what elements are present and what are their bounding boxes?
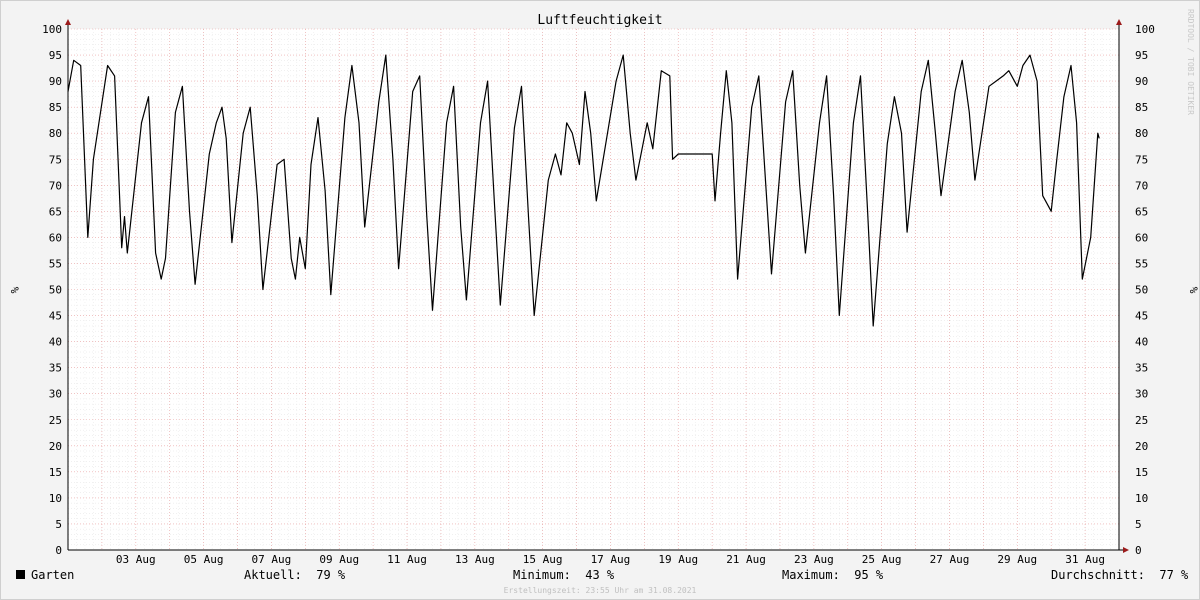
x-axis-arrow [1123, 547, 1129, 553]
x-tick-label: 27 Aug [930, 553, 970, 566]
legend-series-name: Garten [31, 568, 75, 582]
y-tick-label-right: 60 [1135, 231, 1148, 244]
x-tick-label: 09 Aug [319, 553, 359, 566]
y-tick-label-left: 35 [49, 362, 62, 375]
x-tick-label: 13 Aug [455, 553, 495, 566]
y-tick-label-left: 40 [49, 336, 62, 349]
y-axis-label-left: % [8, 287, 21, 294]
y-tick-label-left: 5 [55, 518, 62, 531]
y-tick-label-left: 60 [49, 231, 62, 244]
y-tick-label-right: 75 [1135, 153, 1148, 166]
x-tick-label: 17 Aug [591, 553, 631, 566]
y-tick-label-left: 90 [49, 75, 62, 88]
humidity-chart: Luftfeuchtigkeit % % RRDTOOL / TOBI OETI… [8, 9, 1199, 595]
legend-maximum: Maximum: 95 % [782, 568, 884, 582]
y-axis-label-right: % [1187, 287, 1199, 294]
y-tick-label-right: 25 [1135, 414, 1148, 427]
y-tick-label-left: 30 [49, 388, 62, 401]
y-tick-label-right: 100 [1135, 23, 1155, 36]
y-tick-label-left: 65 [49, 205, 62, 218]
y-tick-label-right: 5 [1135, 518, 1142, 531]
x-tick-label: 19 Aug [658, 553, 698, 566]
y-tick-label-right: 95 [1135, 49, 1148, 62]
chart-title: Luftfeuchtigkeit [537, 13, 662, 28]
y-tick-label-left: 10 [49, 492, 62, 505]
y-tick-label-left: 100 [42, 23, 62, 36]
y-tick-label-left: 95 [49, 49, 62, 62]
y-tick-label-right: 20 [1135, 440, 1148, 453]
y-tick-label-right: 80 [1135, 127, 1148, 140]
y-tick-label-right: 85 [1135, 101, 1148, 114]
y-axis-arrow-left [65, 19, 71, 25]
y-tick-label-left: 80 [49, 127, 62, 140]
y-tick-label-left: 85 [49, 101, 62, 114]
y-tick-label-right: 65 [1135, 205, 1148, 218]
x-tick-label: 07 Aug [252, 553, 292, 566]
legend-average: Durchschnitt: 77 % [1051, 568, 1189, 582]
y-tick-label-left: 15 [49, 466, 62, 479]
y-axis-arrow-right [1116, 19, 1122, 25]
x-tick-label: 25 Aug [862, 553, 902, 566]
y-tick-label-left: 50 [49, 284, 62, 297]
x-tick-label: 29 Aug [997, 553, 1037, 566]
x-tick-label: 23 Aug [794, 553, 834, 566]
y-tick-label-right: 55 [1135, 257, 1148, 270]
legend-current: Aktuell: 79 % [244, 568, 346, 582]
x-tick-label: 05 Aug [184, 553, 224, 566]
y-tick-label-left: 0 [55, 544, 62, 557]
y-tick-label-right: 50 [1135, 284, 1148, 297]
y-tick-label-right: 10 [1135, 492, 1148, 505]
x-tick-label: 15 Aug [523, 553, 563, 566]
y-tick-label-left: 75 [49, 153, 62, 166]
y-tick-label-right: 45 [1135, 310, 1148, 323]
x-tick-label: 03 Aug [116, 553, 156, 566]
y-tick-label-left: 20 [49, 440, 62, 453]
y-tick-label-right: 30 [1135, 388, 1148, 401]
legend: Garten Aktuell: 79 % Minimum: 43 % Maxim… [15, 568, 1189, 584]
graph-frame: Luftfeuchtigkeit % % RRDTOOL / TOBI OETI… [0, 0, 1200, 600]
y-tick-label-left: 70 [49, 179, 62, 192]
y-tick-label-left: 45 [49, 310, 62, 323]
y-tick-label-right: 70 [1135, 179, 1148, 192]
footer-timestamp: Erstellungszeit: 23:55 Uhr am 31.08.2021 [504, 586, 697, 595]
legend-swatch [16, 570, 25, 579]
y-tick-label-left: 25 [49, 414, 62, 427]
x-tick-label: 31 Aug [1065, 553, 1105, 566]
y-tick-label-right: 35 [1135, 362, 1148, 375]
y-tick-label-right: 90 [1135, 75, 1148, 88]
x-tick-label: 21 Aug [726, 553, 766, 566]
y-tick-label-right: 0 [1135, 544, 1142, 557]
y-tick-label-left: 55 [49, 257, 62, 270]
y-tick-label-right: 40 [1135, 336, 1148, 349]
watermark: RRDTOOL / TOBI OETIKER [1186, 9, 1195, 115]
x-tick-label: 11 Aug [387, 553, 427, 566]
y-tick-label-right: 15 [1135, 466, 1148, 479]
legend-minimum: Minimum: 43 % [513, 568, 615, 582]
